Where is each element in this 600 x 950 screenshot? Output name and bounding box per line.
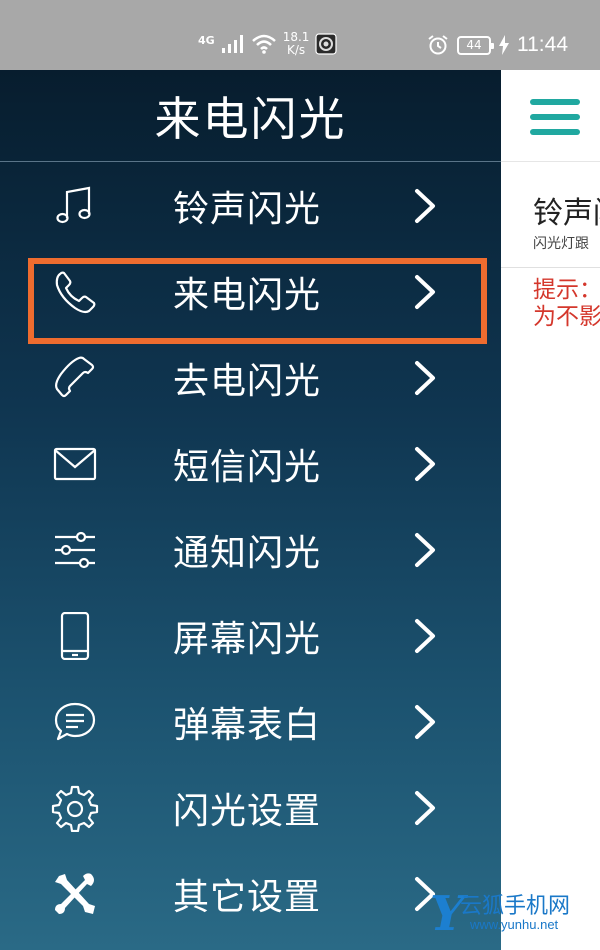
menu-item-other-settings[interactable]: 其它设置 [0, 851, 501, 937]
chevron-right-icon [415, 619, 435, 653]
wifi-icon [251, 34, 276, 54]
phone-outgoing-icon [55, 356, 95, 398]
alarm-icon [428, 35, 448, 55]
chat-bubble-icon [54, 702, 96, 741]
chevron-right-icon [415, 447, 435, 481]
app-notification-icon [315, 33, 338, 55]
tip-line-1: 提示： [533, 277, 600, 303]
music-note-icon [56, 186, 91, 224]
chevron-right-icon [415, 791, 435, 825]
watermark-title: 云狐手机网 [460, 894, 571, 919]
sliders-icon [55, 531, 95, 569]
navigation-drawer: 来电闪光 铃声闪光 来电闪光 去电闪光 短信闪光 通知闪光 屏幕闪光 弹幕表白 … [0, 70, 501, 950]
menu-item-label: 铃声闪光 [173, 189, 322, 230]
hamburger-menu-icon[interactable] [530, 99, 580, 135]
battery-icon: 44 [457, 35, 494, 55]
network-speed: 18.1 K/s [283, 31, 310, 57]
menu-item-label: 去电闪光 [173, 361, 322, 402]
tip-text: 提示： 为不影 [533, 277, 600, 331]
page-title: 铃声闪 [533, 196, 600, 231]
menu-item-screen-flash[interactable]: 屏幕闪光 [0, 593, 501, 679]
background-page: 铃声闪 闪光灯跟 提示： 为不影 [501, 70, 600, 950]
menu-item-notification-flash[interactable]: 通知闪光 [0, 507, 501, 593]
divider [501, 267, 600, 268]
status-bar-indicators: 4G 18.1 K/s [198, 26, 338, 62]
drawer-header: 来电闪光 [0, 70, 501, 162]
menu-item-label: 其它设置 [173, 877, 322, 918]
charging-icon [499, 35, 509, 55]
network-type: 4G [198, 33, 215, 47]
envelope-icon [53, 447, 97, 481]
menu-item-label: 闪光设置 [173, 791, 322, 832]
chevron-right-icon [415, 533, 435, 567]
speed-unit: K/s [286, 43, 306, 57]
menu-item-flash-settings[interactable]: 闪光设置 [0, 765, 501, 851]
watermark: Y 云狐手机网 www.yunhu.net [430, 884, 595, 944]
menu-item-sms-flash[interactable]: 短信闪光 [0, 421, 501, 507]
status-bar: 4G 18.1 K/s 44 11:44 [0, 0, 600, 70]
battery-level: 44 [466, 38, 482, 52]
menu-item-ringtone-flash[interactable]: 铃声闪光 [0, 163, 501, 249]
menu-item-label: 弹幕表白 [173, 705, 322, 746]
page-subtitle: 闪光灯跟 [533, 236, 589, 252]
signal-icon [221, 35, 243, 53]
gear-icon [51, 785, 99, 832]
chevron-right-icon [415, 705, 435, 739]
tip-line-2: 为不影 [533, 304, 600, 330]
chevron-right-icon [415, 189, 435, 223]
tools-icon [55, 873, 95, 914]
menu-item-label: 短信闪光 [173, 447, 322, 488]
status-bar-right: 44 11:44 [427, 28, 568, 62]
smartphone-icon [60, 612, 90, 660]
highlight-box [28, 258, 487, 344]
clock: 11:44 [517, 33, 568, 56]
menu-item-danmaku-confession[interactable]: 弹幕表白 [0, 679, 501, 765]
drawer-title: 来电闪光 [154, 91, 347, 146]
menu-item-label: 通知闪光 [173, 533, 322, 574]
menu-item-outgoing-call-flash[interactable]: 去电闪光 [0, 335, 501, 421]
menu-item-label: 屏幕闪光 [173, 619, 322, 660]
chevron-right-icon [415, 361, 435, 395]
watermark-url: www.yunhu.net [470, 917, 559, 932]
